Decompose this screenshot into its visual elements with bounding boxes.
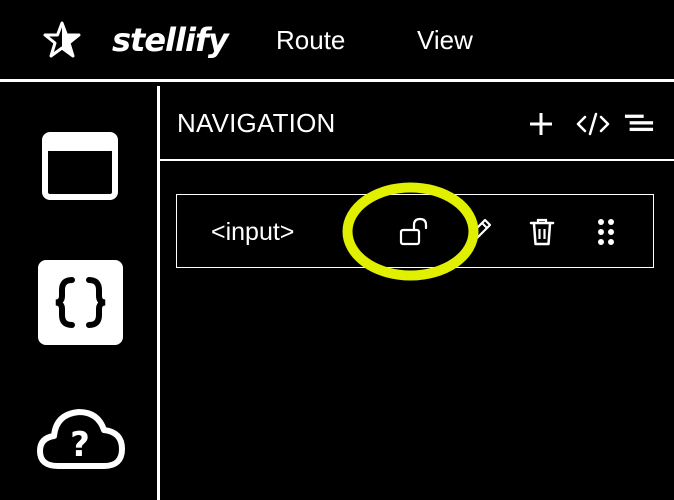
sidebar-divider [157, 86, 160, 500]
element-row-label: <input> [211, 218, 295, 246]
plus-icon[interactable] [526, 109, 556, 139]
app-window: stellify Route View ? NAVIGATION <input> [0, 0, 674, 500]
top-divider [0, 79, 674, 82]
menu-view[interactable]: View [417, 24, 473, 56]
panel-divider [160, 159, 674, 161]
tree-icon[interactable] [624, 109, 654, 139]
sidebar-item-help[interactable]: ? [36, 404, 126, 474]
cloud-question-icon: ? [37, 409, 125, 469]
unlock-icon[interactable] [399, 217, 429, 247]
drag-handle-icon[interactable] [597, 217, 615, 247]
menu-route[interactable]: Route [276, 24, 345, 56]
star-icon[interactable] [42, 20, 82, 60]
panel-title: NAVIGATION [177, 108, 336, 138]
sidebar-item-window[interactable] [42, 132, 118, 200]
top-bar: stellify Route View [0, 0, 674, 80]
window-icon [42, 132, 118, 200]
svg-text:?: ? [70, 425, 90, 465]
element-row[interactable]: <input> [176, 194, 654, 268]
trash-icon[interactable] [529, 217, 555, 247]
code-icon[interactable] [575, 109, 611, 139]
sidebar-item-code[interactable] [38, 260, 123, 345]
curly-braces-icon [38, 260, 123, 345]
edit-icon[interactable] [465, 215, 493, 245]
brand-logo-text[interactable]: stellify [112, 20, 229, 60]
